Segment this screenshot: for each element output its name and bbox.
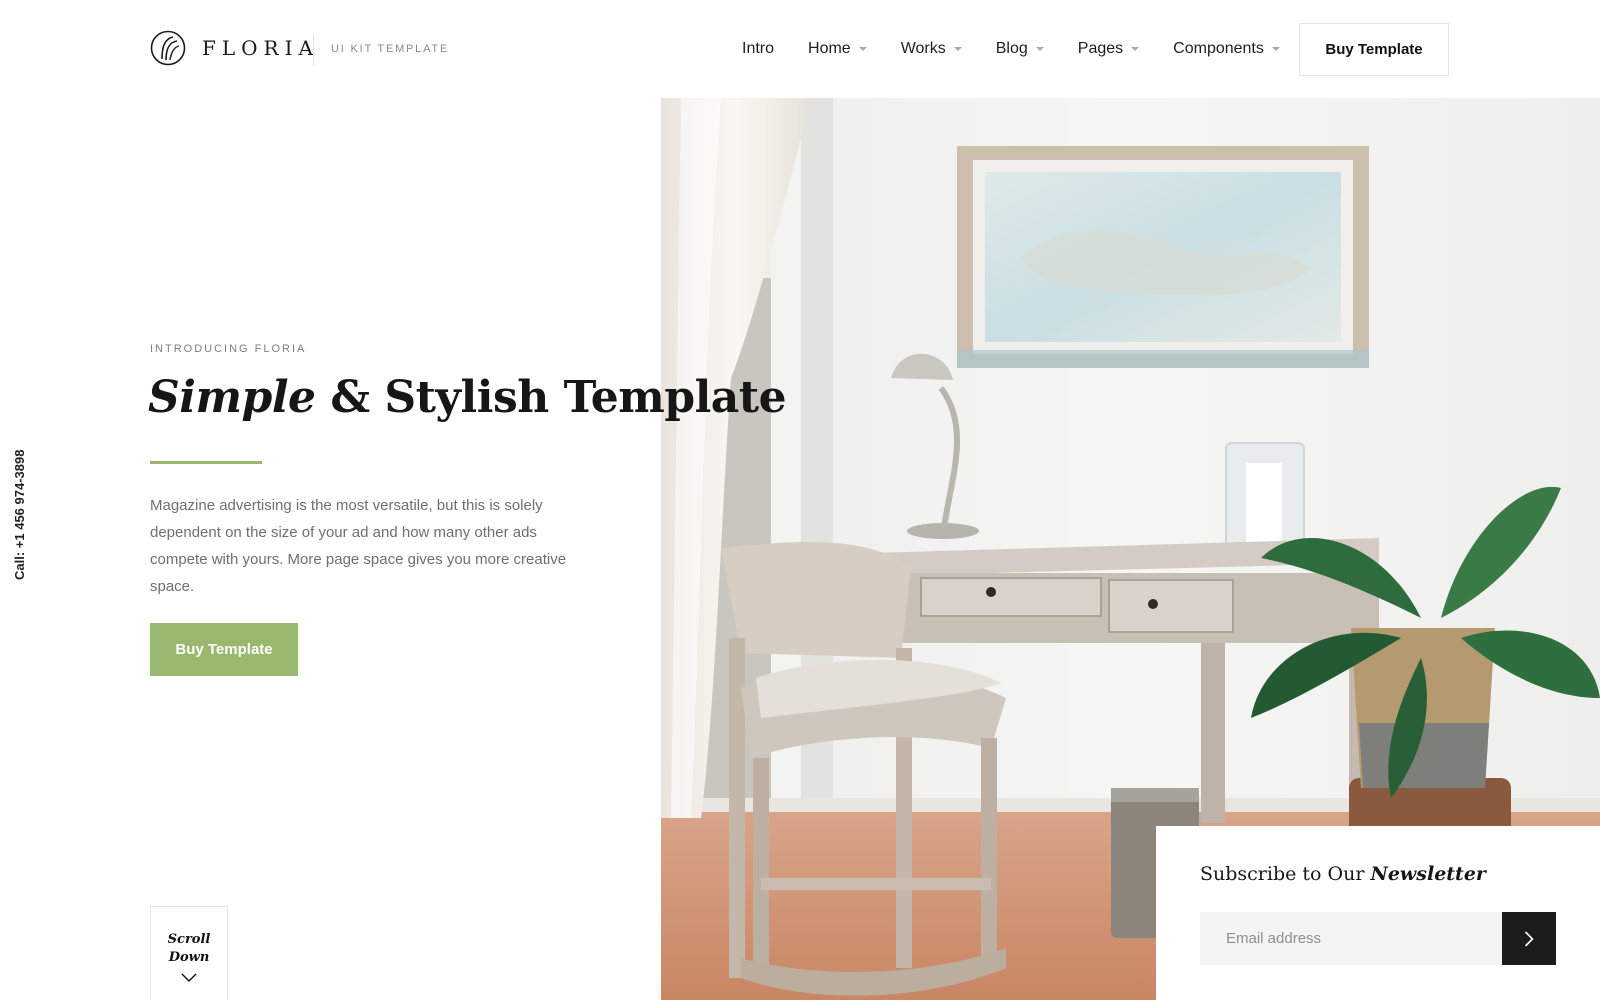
hero-eyebrow: INTRODUCING FLORIA — [150, 343, 307, 355]
nav-item-label: Blog — [995, 40, 1028, 57]
nav-item-components[interactable]: Components — [1173, 40, 1280, 58]
caret-down-icon — [1271, 47, 1280, 51]
nav-item-pages[interactable]: Pages — [1077, 40, 1140, 58]
newsletter-title: Subscribe to Our Newsletter — [1200, 863, 1486, 885]
caret-down-icon — [858, 47, 867, 51]
chevron-down-icon — [181, 973, 197, 982]
main-nav: Intro Home Works Blog Pages Components — [742, 38, 1280, 60]
newsletter-title-emphasis: Newsletter — [1370, 863, 1486, 885]
nav-item-works[interactable]: Works — [901, 40, 962, 58]
nav-item-label: Pages — [1077, 40, 1124, 57]
nav-item-intro[interactable]: Intro — [742, 40, 774, 58]
brand-tagline: UI KIT TEMPLATE — [331, 43, 450, 55]
nav-item-label: Works — [900, 40, 946, 57]
nav-item-blog[interactable]: Blog — [996, 40, 1044, 58]
chevron-right-icon — [1524, 930, 1534, 947]
caret-down-icon — [953, 47, 962, 51]
hero-buy-template-button[interactable]: Buy Template — [150, 623, 298, 676]
newsletter-title-prefix: Subscribe to Our — [1200, 863, 1371, 885]
side-call-number[interactable]: Call: +1 456 974-3898 — [12, 450, 27, 580]
caret-down-icon — [1131, 47, 1140, 51]
floria-logo-icon — [150, 30, 186, 66]
brand-name: FLORIA — [202, 36, 319, 60]
nav-item-label: Home — [808, 40, 851, 57]
newsletter-panel: Subscribe to Our Newsletter — [1156, 826, 1600, 1000]
newsletter-submit-button[interactable] — [1502, 912, 1556, 965]
nav-item-label: Intro — [742, 40, 775, 57]
caret-down-icon — [1035, 47, 1044, 51]
scroll-down-label: Scroll Down — [167, 932, 211, 965]
hero-title-emphasis: Simple — [148, 372, 316, 423]
brand-divider — [313, 36, 314, 66]
newsletter-email-input[interactable] — [1200, 912, 1502, 965]
hero-title: Simple & Stylish Template — [148, 372, 787, 423]
header-buy-template-button[interactable]: Buy Template — [1299, 23, 1449, 76]
nav-item-home[interactable]: Home — [808, 40, 867, 58]
nav-item-label: Components — [1173, 40, 1264, 57]
scroll-down-button[interactable]: Scroll Down — [150, 906, 228, 1000]
hero-title-rest: & Stylish Template — [315, 372, 787, 423]
hero-accent-line — [150, 461, 262, 464]
brand-logo[interactable]: FLORIA — [150, 30, 319, 66]
hero-description: Magazine advertising is the most versati… — [150, 497, 567, 595]
